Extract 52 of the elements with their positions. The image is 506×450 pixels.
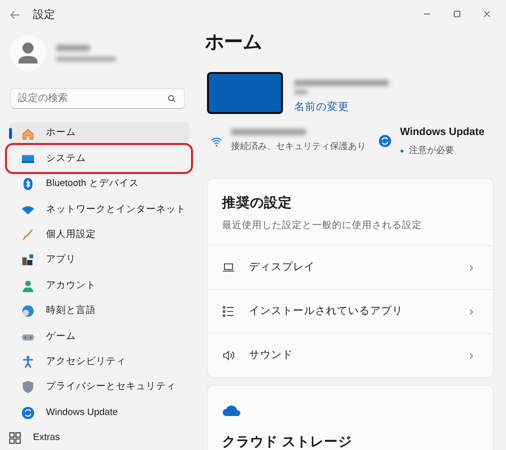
bluetooth-icon — [21, 177, 35, 192]
globe-icon — [21, 304, 35, 318]
status-title: Windows Update — [400, 125, 484, 140]
settings-row[interactable]: ディスプレイ — [208, 245, 493, 289]
card-title: 推奨の設定 — [222, 194, 293, 212]
nav-item[interactable]: ネットワークとインターネット — [9, 198, 189, 222]
apps-icon — [21, 253, 35, 268]
blurred-text — [56, 57, 116, 61]
window-title: 設定 — [33, 8, 55, 23]
grid-icon — [8, 431, 22, 446]
chevron-icon — [467, 264, 475, 272]
status-detail: 接続済み、セキュリティ保護あり — [231, 140, 366, 154]
chevron-icon — [467, 308, 475, 316]
close-icon[interactable] — [482, 9, 492, 19]
update-icon — [21, 406, 35, 420]
home-icon — [21, 126, 35, 140]
shield-icon — [21, 380, 35, 394]
search-field[interactable]: 設定の検索 — [10, 88, 185, 109]
card-subtitle: 最近使用した設定と一般的に使用される設定 — [222, 218, 423, 233]
search-icon — [167, 94, 177, 104]
speaker-icon — [222, 349, 235, 362]
blurred-text — [56, 45, 90, 51]
card-title: クラウド ストレージ — [222, 432, 353, 450]
page-title: ホーム — [205, 31, 263, 55]
nav-item[interactable]: Windows Update — [9, 401, 189, 424]
selection-indicator — [9, 128, 12, 139]
settings-row[interactable]: サウンド — [208, 333, 493, 377]
laptop-icon — [222, 261, 235, 274]
settings-row[interactable]: インストールされているアプリ — [208, 289, 493, 333]
bullet-icon — [400, 148, 404, 153]
accessibility-icon — [21, 355, 35, 370]
chevron-icon — [467, 352, 475, 360]
back-icon — [9, 9, 21, 21]
nav-item[interactable]: プライバシーとセキュリティ — [9, 376, 189, 399]
nav-item[interactable]: ゲーム — [9, 325, 189, 348]
nav-item[interactable]: システム — [9, 147, 189, 170]
nav-item[interactable]: Extras — [0, 426, 180, 450]
nav-item[interactable]: アクセシビリティ — [9, 350, 189, 374]
maximize-icon[interactable] — [452, 9, 462, 19]
nav-item[interactable]: アプリ — [9, 248, 189, 272]
brush-icon — [21, 228, 35, 242]
status-detail: 注意が必要 — [409, 144, 454, 157]
nav-item[interactable]: アカウント — [9, 274, 189, 298]
rename-link[interactable]: 名前の変更 — [294, 100, 389, 116]
person-icon — [21, 278, 35, 293]
nav-item[interactable]: 個人用設定 — [9, 224, 189, 247]
avatar-icon — [10, 35, 46, 71]
nav-item[interactable]: 時刻と言語 — [9, 300, 189, 323]
nav-item[interactable]: ホーム — [9, 122, 189, 145]
list-icon — [222, 305, 235, 318]
nav-item[interactable]: Bluetooth とデバイス — [9, 172, 189, 196]
update-icon — [378, 134, 392, 148]
